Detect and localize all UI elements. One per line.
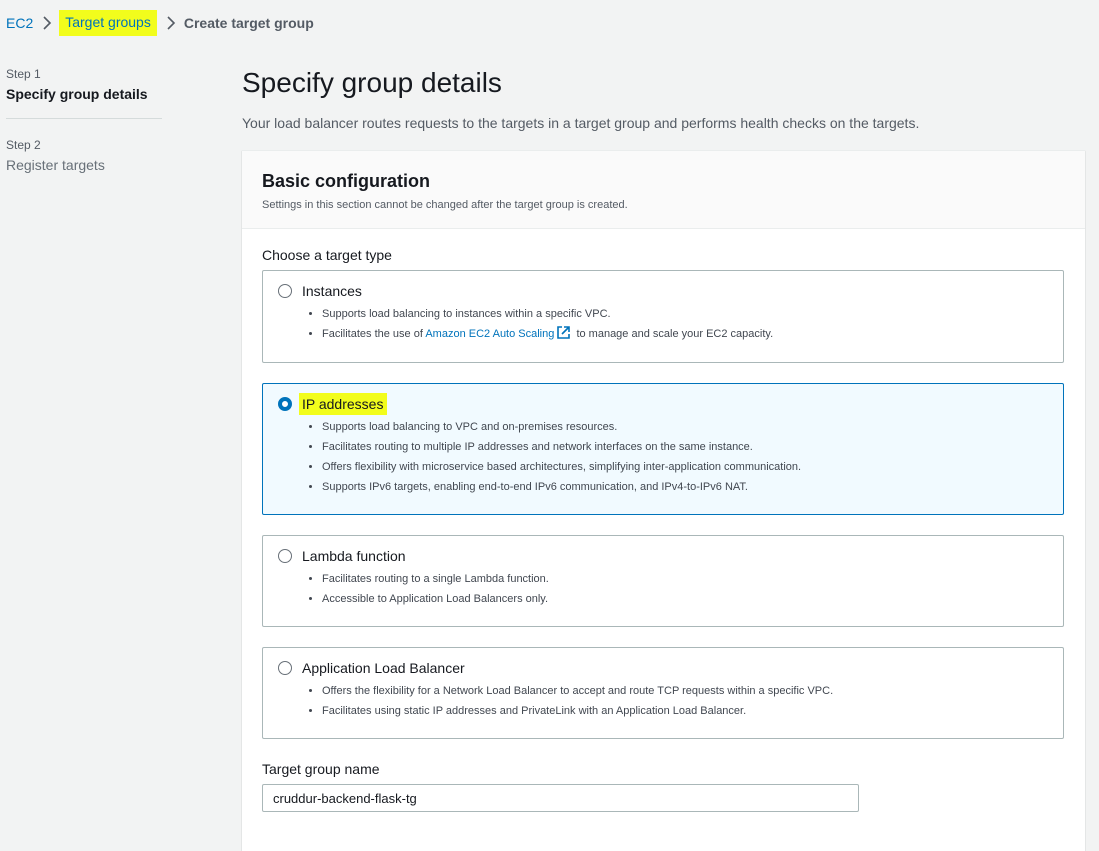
instances-bullets: Supports load balancing to instances wit… — [302, 304, 773, 347]
panel-title: Basic configuration — [262, 171, 431, 191]
chevron-right-icon — [164, 16, 178, 30]
panel-subtitle: Settings in this section cannot be chang… — [262, 199, 628, 211]
instances-title: Instances — [302, 283, 362, 299]
target-type-lambda-tile[interactable]: Lambda function Facilitates routing to a… — [262, 535, 1064, 627]
list-item: Facilitates the use of Amazon EC2 Auto S… — [322, 324, 773, 347]
page-title: Specify group details — [242, 67, 502, 98]
breadcrumb-ec2-link[interactable]: EC2 — [6, 15, 33, 31]
list-item: Facilitates using static IP addresses an… — [322, 701, 833, 721]
target-type-label: Choose a target type — [262, 247, 392, 263]
instances-radio[interactable] — [278, 284, 292, 298]
list-item: Supports load balancing to VPC and on-pr… — [322, 417, 801, 437]
target-group-name-input[interactable] — [262, 784, 859, 812]
list-item: Supports IPv6 targets, enabling end-to-e… — [322, 477, 801, 497]
step-1-label: Step 1 — [6, 67, 41, 81]
lambda-bullets: Facilitates routing to a single Lambda f… — [302, 569, 549, 609]
alb-radio[interactable] — [278, 661, 292, 675]
ip-addresses-bullets: Supports load balancing to VPC and on-pr… — [302, 417, 801, 497]
list-item: Offers the flexibility for a Network Loa… — [322, 681, 833, 701]
list-item: Facilitates routing to multiple IP addre… — [322, 437, 801, 457]
lambda-title: Lambda function — [302, 548, 406, 564]
target-group-name-label: Target group name — [262, 761, 380, 777]
ip-addresses-title: IP addresses — [299, 393, 388, 415]
external-link-icon[interactable] — [556, 325, 571, 347]
step-1-title: Specify group details — [6, 86, 148, 102]
chevron-right-icon — [40, 16, 54, 30]
alb-bullets: Offers the flexibility for a Network Loa… — [302, 681, 833, 721]
basic-configuration-panel: Basic configuration Settings in this sec… — [242, 150, 1085, 851]
step-divider — [6, 118, 162, 119]
ip-addresses-radio[interactable] — [278, 397, 292, 411]
target-type-alb-tile[interactable]: Application Load Balancer Offers the fle… — [262, 647, 1064, 739]
breadcrumb-target-groups-link[interactable]: Target groups — [59, 10, 157, 36]
target-type-ip-addresses-tile[interactable]: IP addresses Supports load balancing to … — [262, 383, 1064, 515]
page-description: Your load balancer routes requests to th… — [242, 115, 920, 131]
step-2-label: Step 2 — [6, 138, 41, 152]
ec2-auto-scaling-link[interactable]: Amazon EC2 Auto Scaling — [425, 328, 554, 340]
panel-header: Basic configuration Settings in this sec… — [242, 151, 1085, 229]
lambda-radio[interactable] — [278, 549, 292, 563]
wizard-steps: Step 1 Specify group details Step 2 Regi… — [6, 66, 162, 175]
list-item: Facilitates routing to a single Lambda f… — [322, 569, 549, 589]
list-item: Supports load balancing to instances wit… — [322, 304, 773, 324]
breadcrumb-current: Create target group — [183, 15, 314, 31]
bullet-text: to manage and scale your EC2 capacity. — [576, 328, 774, 340]
bullet-text: Facilitates the use of — [322, 328, 423, 340]
breadcrumb: EC2 Target groups Create target group — [6, 10, 314, 36]
alb-title: Application Load Balancer — [302, 660, 465, 676]
list-item: Accessible to Application Load Balancers… — [322, 589, 549, 609]
step-2-title: Register targets — [6, 157, 105, 173]
list-item: Offers flexibility with microservice bas… — [322, 457, 801, 477]
target-type-instances-tile[interactable]: Instances Supports load balancing to ins… — [262, 270, 1064, 363]
